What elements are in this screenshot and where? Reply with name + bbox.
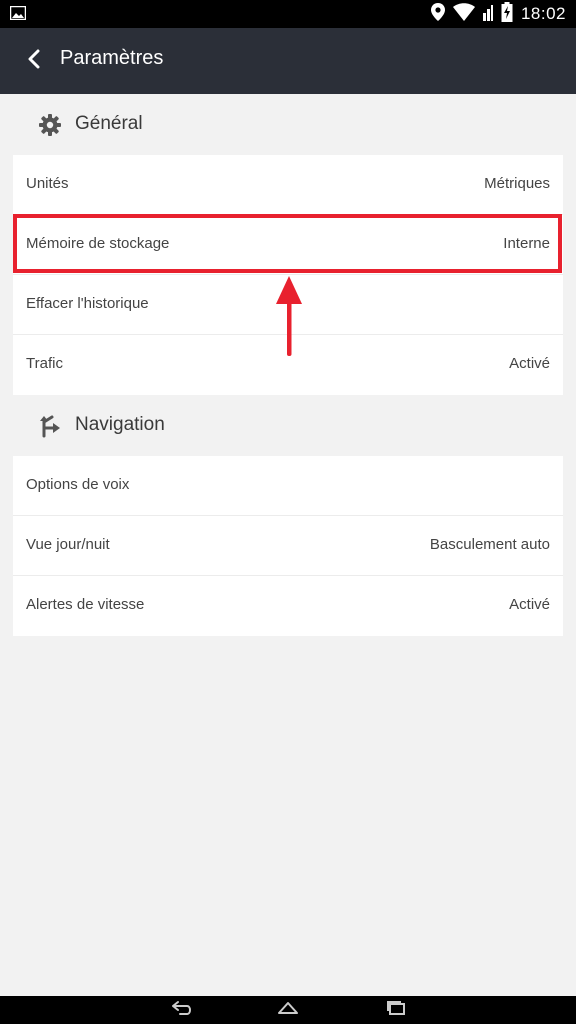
back-arrow-icon [27, 49, 41, 74]
setting-value: Interne [503, 235, 550, 252]
setting-value: Basculement auto [429, 536, 550, 553]
battery-icon [501, 1, 513, 27]
image-icon [9, 5, 27, 21]
recents-icon [386, 1000, 406, 1021]
status-time: 18:02 [520, 4, 566, 23]
location-icon [430, 2, 445, 26]
section-header-general: Général [0, 94, 576, 156]
wifi-icon [452, 2, 475, 26]
signal-icon [482, 3, 493, 26]
section-title-general: Général [75, 113, 143, 134]
setting-value: Métriques [484, 175, 550, 192]
nav-recents-button[interactable] [382, 1000, 410, 1020]
nav-home-button[interactable] [274, 1000, 302, 1020]
system-nav-bar [0, 996, 576, 1024]
setting-label: Mémoire de stockage [26, 235, 170, 252]
section-title-navigation: Navigation [75, 414, 165, 435]
setting-value: Activé [509, 596, 550, 613]
setting-label: Trafic [26, 355, 63, 372]
navigation-settings-card: Options de voix Vue jour/nuit Basculemen… [13, 456, 563, 636]
setting-label: Options de voix [26, 476, 130, 493]
home-icon [276, 1001, 300, 1020]
section-header-navigation: Navigation [0, 395, 576, 457]
back-icon [170, 1000, 194, 1021]
route-icon [38, 414, 62, 438]
gear-icon [38, 113, 62, 137]
annotation-arrow-icon [276, 276, 302, 358]
setting-label: Alertes de vitesse [26, 596, 145, 613]
setting-row-speed-alerts[interactable]: Alertes de vitesse Activé [13, 576, 563, 636]
setting-label: Unités [26, 175, 69, 192]
general-settings-card: Unités Métriques Mémoire de stockage Int… [13, 155, 563, 395]
app-bar: Paramètres [0, 28, 576, 94]
setting-label: Effacer l'historique [26, 295, 149, 312]
page-title: Paramètres [60, 47, 164, 69]
setting-row-voice-options[interactable]: Options de voix [13, 456, 563, 516]
setting-row-units[interactable]: Unités Métriques [13, 155, 563, 215]
setting-row-day-night[interactable]: Vue jour/nuit Basculement auto [13, 516, 563, 576]
setting-value: Activé [509, 355, 550, 372]
setting-row-storage[interactable]: Mémoire de stockage Interne [13, 215, 563, 275]
nav-back-button[interactable] [168, 1000, 196, 1020]
back-button[interactable] [18, 45, 50, 77]
status-bar: 18:02 [0, 0, 576, 28]
setting-label: Vue jour/nuit [26, 536, 110, 553]
